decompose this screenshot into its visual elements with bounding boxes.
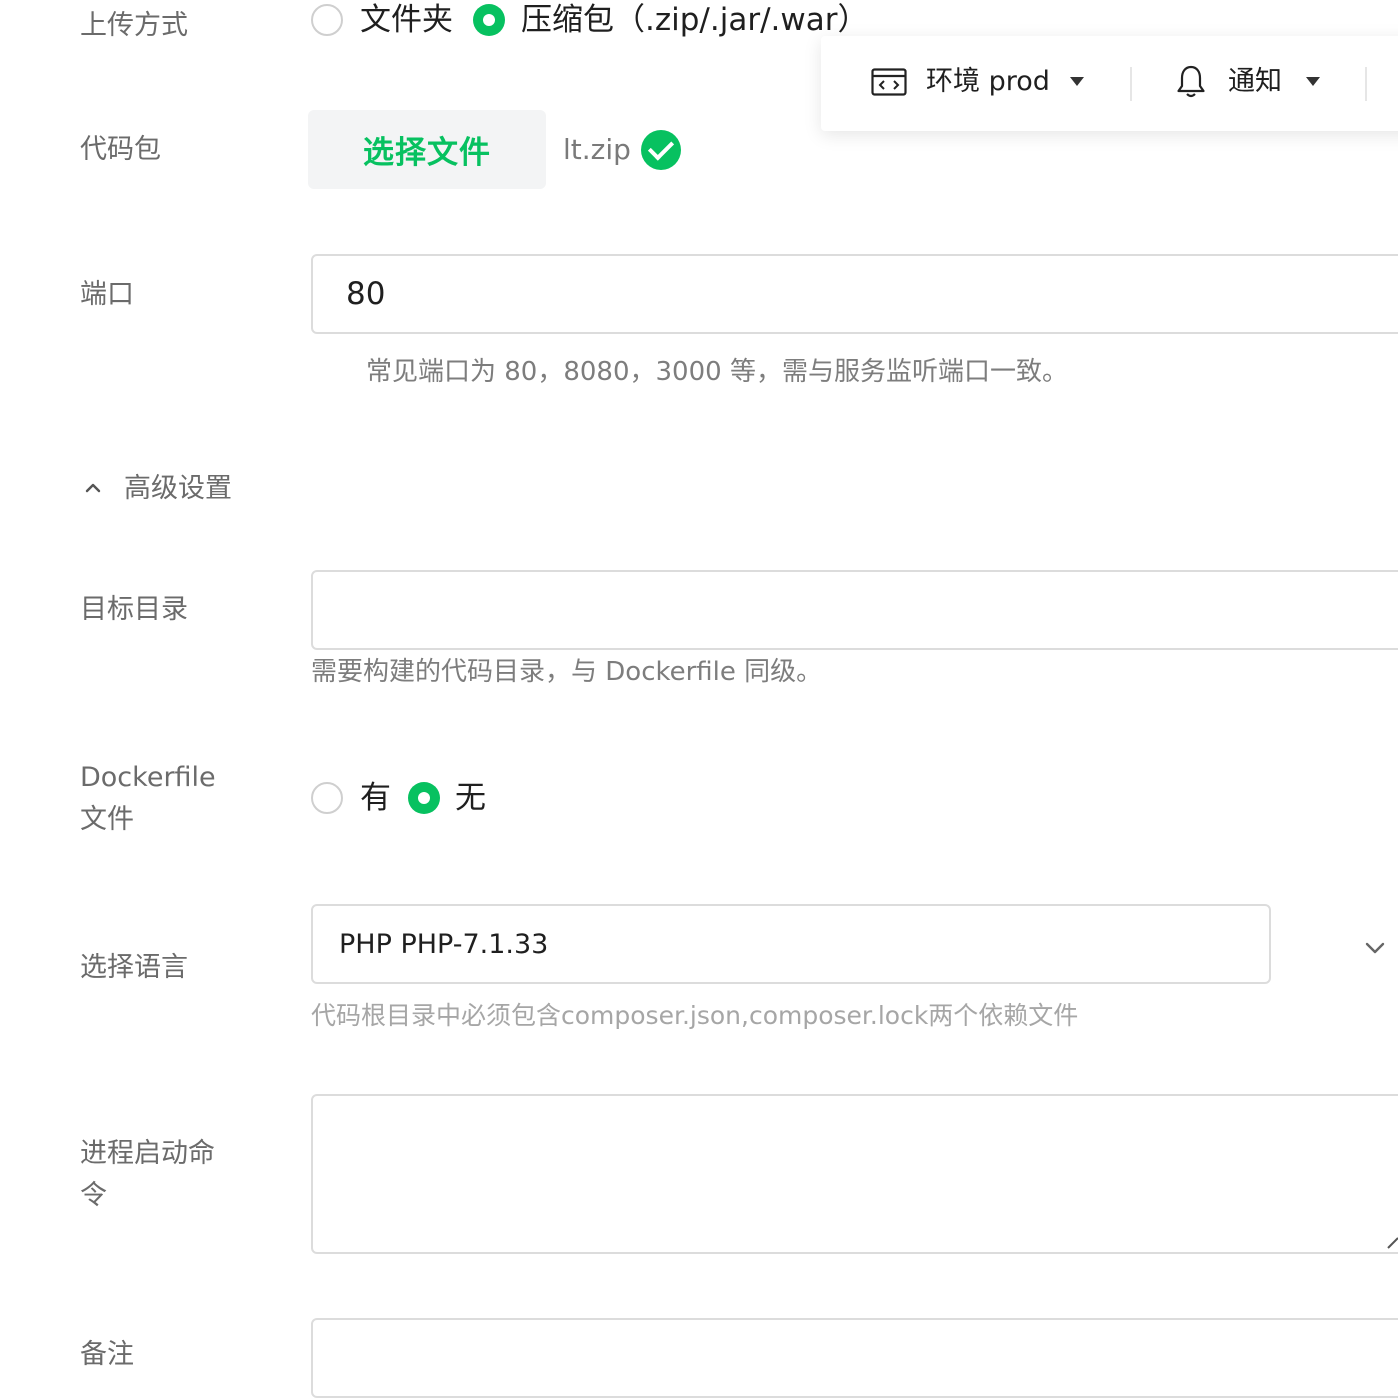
language-hint: 代码根目录中必须包含composer.json,composer.lock两个依… <box>311 1001 1079 1030</box>
bell-icon <box>1177 65 1205 98</box>
language-label: 选择语言 <box>80 952 188 983</box>
target-dir-hint: 需要构建的代码目录，与 Dockerfile 同级。 <box>311 657 823 687</box>
target-dir-input[interactable] <box>311 570 1398 650</box>
chevron-down-icon[interactable] <box>1364 940 1386 956</box>
radio-dockerfile-no[interactable] <box>408 782 440 814</box>
remark-input[interactable] <box>311 1318 1398 1398</box>
notify-selector[interactable]: 通知 <box>1228 62 1282 102</box>
start-command-label-line1: 进程启动命 <box>80 1138 215 1169</box>
start-command-label-line2: 令 <box>80 1180 107 1211</box>
radio-folder[interactable] <box>311 4 343 36</box>
toolbar-divider-2 <box>1365 67 1367 101</box>
port-label: 端口 <box>80 279 134 310</box>
radio-folder-label[interactable]: 文件夹 <box>360 0 453 40</box>
radio-archive-label[interactable]: 压缩包（.zip/.jar/.war） <box>521 0 868 40</box>
target-dir-label: 目标目录 <box>80 594 188 625</box>
chevron-up-icon[interactable] <box>84 480 102 494</box>
language-select-value: PHP PHP-7.1.33 <box>339 928 549 960</box>
port-input[interactable]: 80 <box>311 254 1398 334</box>
radio-archive[interactable] <box>473 4 505 36</box>
env-selector[interactable]: 环境 prod <box>926 62 1050 102</box>
dockerfile-label-line2: 文件 <box>80 804 134 835</box>
radio-dockerfile-yes-label[interactable]: 有 <box>360 778 391 818</box>
notify-caret-down-icon[interactable] <box>1306 77 1320 86</box>
port-input-value: 80 <box>346 276 386 312</box>
check-circle-icon <box>641 130 681 170</box>
toolbar-divider <box>1130 67 1132 101</box>
resize-handle-icon[interactable] <box>1386 1236 1398 1250</box>
port-hint: 常见端口为 80，8080，3000 等，需与服务监听端口一致。 <box>366 357 1068 387</box>
floating-toolbar: 环境 prod 通知 <box>821 36 1398 131</box>
remark-label: 备注 <box>80 1339 134 1370</box>
choose-file-button[interactable]: 选择文件 <box>308 110 546 189</box>
language-select[interactable]: PHP PHP-7.1.33 <box>311 904 1271 984</box>
start-command-textarea[interactable] <box>311 1094 1398 1254</box>
code-window-icon <box>871 68 907 96</box>
radio-dockerfile-yes[interactable] <box>311 782 343 814</box>
upload-method-label: 上传方式 <box>80 10 188 41</box>
uploaded-file-name: lt.zip <box>563 133 631 166</box>
advanced-settings-toggle[interactable]: 高级设置 <box>124 468 232 510</box>
code-package-label: 代码包 <box>80 134 161 165</box>
dockerfile-label-line1: Dockerfile <box>80 762 216 793</box>
env-caret-down-icon[interactable] <box>1070 77 1084 86</box>
radio-dockerfile-no-label[interactable]: 无 <box>455 778 486 818</box>
